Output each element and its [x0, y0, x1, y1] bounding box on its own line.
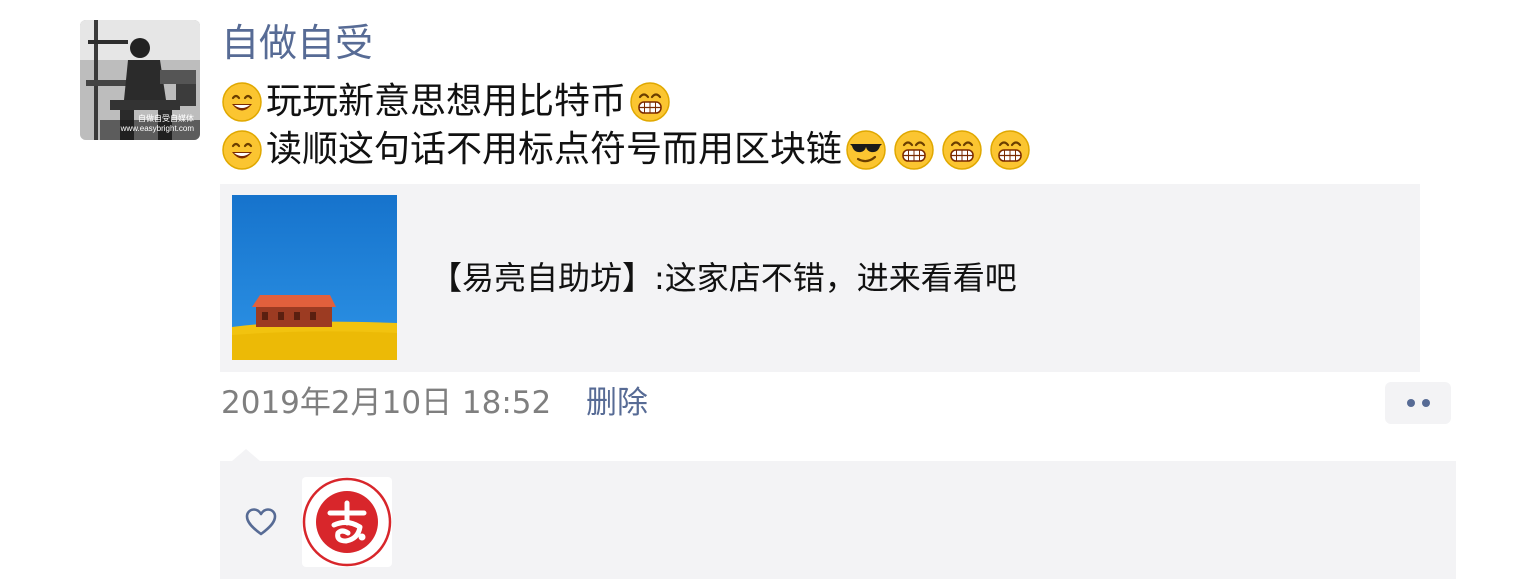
shared-link-thumbnail: [232, 195, 397, 360]
avatar-caption-line2: www.easybright.com: [120, 124, 194, 133]
grin-emoji-icon: [630, 82, 670, 122]
grin-emoji-icon: [990, 130, 1030, 170]
post-line-2: 读顺这句话不用标点符号而用区块链: [221, 126, 1421, 174]
grin-emoji-icon: [942, 130, 982, 170]
author-name[interactable]: 自做自受: [221, 20, 373, 66]
heart-icon: [245, 508, 277, 536]
avatar-caption: 自做自受自媒体 www.easybright.com: [121, 114, 194, 134]
shared-link-card[interactable]: 【易亮自助坊】:这家店不错，进来看看吧: [220, 184, 1420, 372]
post-line-2-text: 读顺这句话不用标点符号而用区块链: [266, 129, 843, 170]
barn-on-field-image: [232, 195, 397, 360]
delete-link[interactable]: 删除: [586, 382, 648, 424]
shared-link-title: 【易亮自助坊】:这家店不错，进来看看吧: [430, 259, 1017, 297]
post-line-1-text: 玩玩新意思想用比特币: [266, 81, 627, 122]
post-line-1: 玩玩新意思想用比特币: [221, 78, 1421, 126]
more-dots-icon: [1407, 399, 1415, 407]
likes-pointer: [232, 449, 260, 461]
china-volunteer-logo: [302, 477, 392, 567]
more-actions-button[interactable]: [1385, 382, 1451, 424]
smile-emoji-icon: [222, 82, 262, 122]
avatar-caption-line1: 自做自受自媒体: [138, 114, 194, 123]
grin-emoji-icon: [894, 130, 934, 170]
liker-avatar[interactable]: [302, 477, 392, 567]
likes-section: [220, 461, 1456, 579]
post-timestamp: 2019年2月10日 18:52: [221, 385, 552, 421]
more-dots-icon: [1422, 399, 1430, 407]
author-avatar[interactable]: 自做自受自媒体 www.easybright.com: [80, 20, 200, 140]
post-content: 玩玩新意思想用比特币 读顺这句话不用标点符号而用区块链: [221, 78, 1421, 174]
smile-emoji-icon: [222, 130, 262, 170]
cool-emoji-icon: [846, 130, 886, 170]
